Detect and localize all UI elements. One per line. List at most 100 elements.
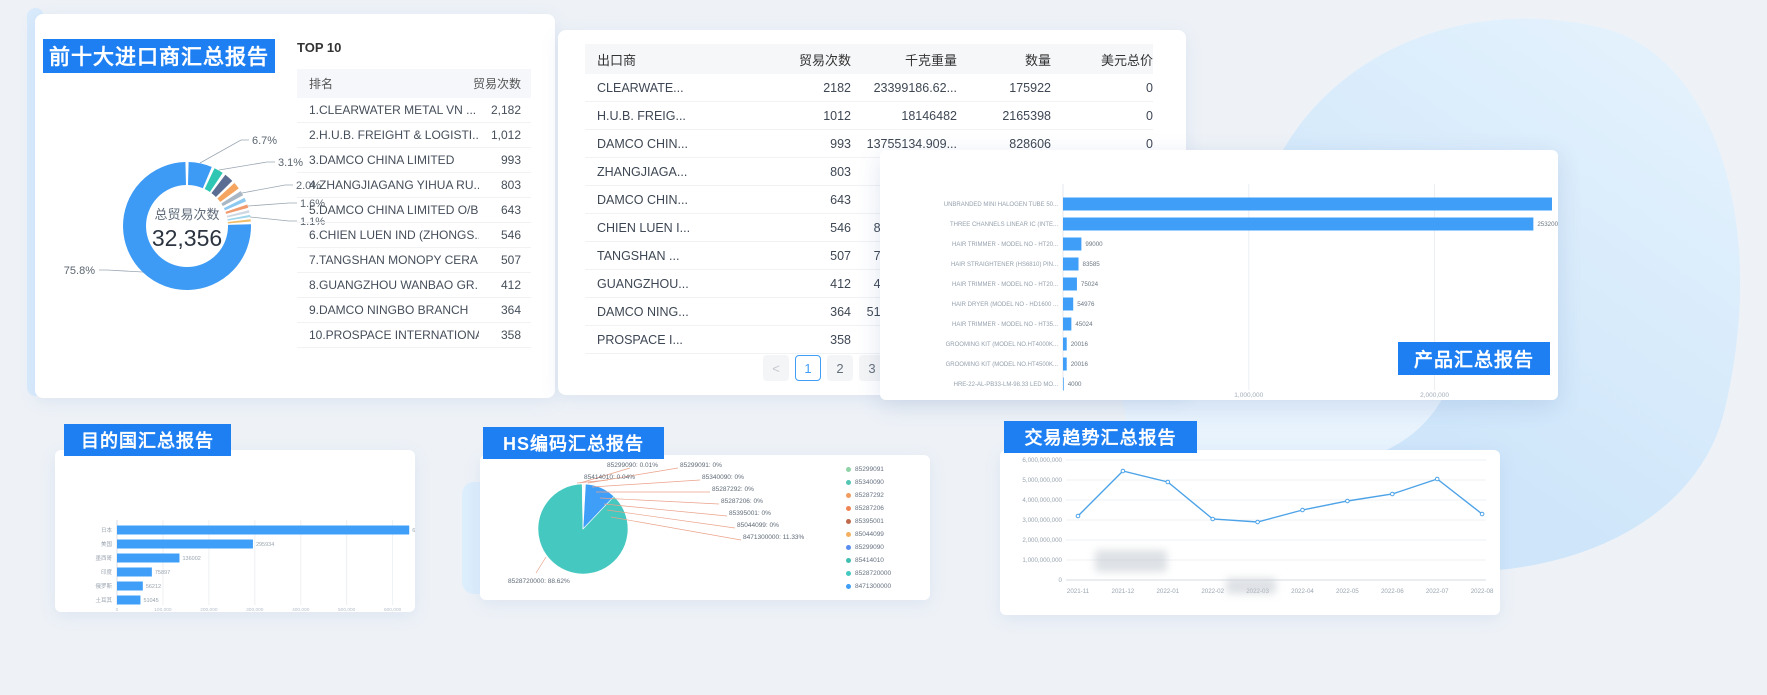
legend-dot xyxy=(846,493,851,498)
pagination-page-button[interactable]: 1 xyxy=(795,355,821,381)
x-tick-label: 300,000 xyxy=(246,607,264,612)
legend-item[interactable]: 85287206 xyxy=(846,502,891,515)
top10-row[interactable]: 8.GUANGZHOU WANBAO GR...412 xyxy=(297,273,531,298)
y-tick-label: 2,000,000,000 xyxy=(1022,537,1062,544)
x-tick-label: 100,000 xyxy=(154,607,172,612)
data-point[interactable] xyxy=(1480,512,1484,516)
bar[interactable] xyxy=(117,540,253,549)
callout-line xyxy=(242,185,293,193)
pie-callout-label: 85044099: 0% xyxy=(737,522,779,529)
table-row[interactable]: CLEARWATE...218223399186.62...1759220 xyxy=(585,74,1153,102)
data-point[interactable] xyxy=(1076,514,1080,518)
bar[interactable] xyxy=(1063,298,1073,311)
destinations-report-badge: 目的国汇总报告 xyxy=(64,424,231,456)
top10-row[interactable]: 10.PROSPACE INTERNATIONA...358 xyxy=(297,323,531,348)
bar[interactable] xyxy=(1063,258,1079,271)
bar[interactable] xyxy=(1063,198,1552,211)
legend-label: 85287206 xyxy=(855,505,884,512)
table-cell: DAMCO NING... xyxy=(585,305,745,319)
top10-title: TOP 10 xyxy=(297,40,531,55)
data-point[interactable] xyxy=(1121,469,1125,473)
trend-report-card: 01,000,000,0002,000,000,0003,000,000,000… xyxy=(1000,450,1500,615)
donut-slice[interactable] xyxy=(188,174,207,178)
donut-slice[interactable] xyxy=(218,184,224,189)
legend-item[interactable]: 85395001 xyxy=(846,515,891,528)
legend-item[interactable]: 8471300000 xyxy=(846,580,891,593)
data-point[interactable] xyxy=(1391,492,1395,496)
legend-label: 85395001 xyxy=(855,518,884,525)
legend-item[interactable]: 85299091 xyxy=(846,463,891,476)
bar-category-label: 日本 xyxy=(101,526,113,534)
top10-rank-name: 1.CLEARWATER METAL VN ... xyxy=(309,103,476,117)
pagination-prev-button[interactable]: < xyxy=(763,355,789,381)
bar[interactable] xyxy=(1063,238,1081,251)
legend-label: 85414010 xyxy=(855,557,884,564)
top10-row[interactable]: 4.ZHANGJIAGANG YIHUA RU...803 xyxy=(297,173,531,198)
bar[interactable] xyxy=(1063,278,1077,291)
top10-trade-count: 507 xyxy=(501,253,521,267)
top10-row[interactable]: 7.TANGSHAN MONOPY CERA...507 xyxy=(297,248,531,273)
top10-list: TOP 10 排名贸易次数 1.CLEARWATER METAL VN ... 2,… xyxy=(297,40,531,348)
destinations-report-card: 0100,000200,000300,000400,000500,000600,… xyxy=(55,450,415,612)
top10-header-row: 排名贸易次数 xyxy=(297,69,531,98)
bar[interactable] xyxy=(117,582,143,591)
importers-report-badge: 前十大进口商汇总报告 xyxy=(43,39,275,73)
data-point[interactable] xyxy=(1256,520,1260,524)
top10-rank-name: 8.GUANGZHOU WANBAO GR... xyxy=(309,278,479,292)
callout-line xyxy=(611,517,741,540)
bar[interactable] xyxy=(117,554,179,563)
table-cell: 643 xyxy=(745,193,851,207)
legend-label: 8528720000 xyxy=(855,570,891,577)
legend-label: 85299091 xyxy=(855,466,884,473)
bar-value-label: 295934 xyxy=(256,542,274,548)
data-point[interactable] xyxy=(1435,477,1439,481)
bar[interactable] xyxy=(1063,318,1071,331)
bar[interactable] xyxy=(1063,378,1064,391)
top10-row[interactable]: 5.DAMCO CHINA LIMITED O/B643 xyxy=(297,198,531,223)
bar[interactable] xyxy=(117,596,140,605)
top10-row[interactable]: 6.CHIEN LUEN IND (ZHONGS...546 xyxy=(297,223,531,248)
legend-item[interactable]: 85340090 xyxy=(846,476,891,489)
top10-trade-count: 2,182 xyxy=(491,103,521,117)
table-cell: CHIEN LUEN I... xyxy=(585,221,745,235)
legend-label: 85287292 xyxy=(855,492,884,499)
bar-category-label: HAIR STRAIGHTENER (HS6810) PIN... xyxy=(951,262,1058,268)
exporters-header-cell: 美元总价 xyxy=(1051,50,1153,69)
table-row[interactable]: H.U.B. FREIG...10121814648221653980 xyxy=(585,102,1153,130)
donut-slice[interactable] xyxy=(231,197,233,200)
donut-slice[interactable] xyxy=(210,179,217,183)
bar-category-label: 土耳其 xyxy=(95,596,112,604)
legend-item[interactable]: 85287292 xyxy=(846,489,891,502)
data-point[interactable] xyxy=(1211,517,1215,521)
legend-item[interactable]: 8528720000 xyxy=(846,567,891,580)
top10-row[interactable]: 9.DAMCO NINGBO BRANCH364 xyxy=(297,298,531,323)
top10-rank-name: 5.DAMCO CHINA LIMITED O/B xyxy=(309,203,478,217)
pagination-page-button[interactable]: 2 xyxy=(827,355,853,381)
top10-table: 排名贸易次数 1.CLEARWATER METAL VN ... 2,182 2.H.… xyxy=(297,69,531,348)
data-point[interactable] xyxy=(1301,508,1305,512)
top10-row[interactable]: 1.CLEARWATER METAL VN ... 2,182 xyxy=(297,98,531,123)
bar[interactable] xyxy=(117,568,152,577)
donut-callout-label: 75.8% xyxy=(64,265,95,277)
bar[interactable] xyxy=(1063,358,1067,371)
bar[interactable] xyxy=(117,526,409,535)
exporters-header-cell: 数量 xyxy=(957,50,1051,69)
table-cell: 0 xyxy=(1051,81,1153,95)
top10-row[interactable]: 3.DAMCO CHINA LIMITED993 xyxy=(297,148,531,173)
x-tick-label: 600,000 xyxy=(384,607,402,612)
pagination: <123 xyxy=(763,355,885,381)
legend-item[interactable]: 85044099 xyxy=(846,528,891,541)
top10-row[interactable]: 2.H.U.B. FREIGHT & LOGISTI...1,012 xyxy=(297,123,531,148)
top10-rank-name: 9.DAMCO NINGBO BRANCH xyxy=(309,303,468,317)
x-tick-label: 2022-01 xyxy=(1156,588,1179,595)
bar[interactable] xyxy=(1063,338,1067,351)
table-cell: GUANGZHOU... xyxy=(585,277,745,291)
data-point[interactable] xyxy=(1346,499,1350,503)
bar[interactable] xyxy=(1063,218,1533,231)
donut-slice[interactable] xyxy=(226,191,230,195)
bar-category-label: HRE-22-AL-PB33-LM-98.33 LED MO... xyxy=(954,382,1059,388)
pie-callout-label: 85414010: 0.04% xyxy=(584,474,635,481)
legend-item[interactable]: 85414010 xyxy=(846,554,891,567)
data-point[interactable] xyxy=(1166,480,1170,484)
legend-item[interactable]: 85299090 xyxy=(846,541,891,554)
